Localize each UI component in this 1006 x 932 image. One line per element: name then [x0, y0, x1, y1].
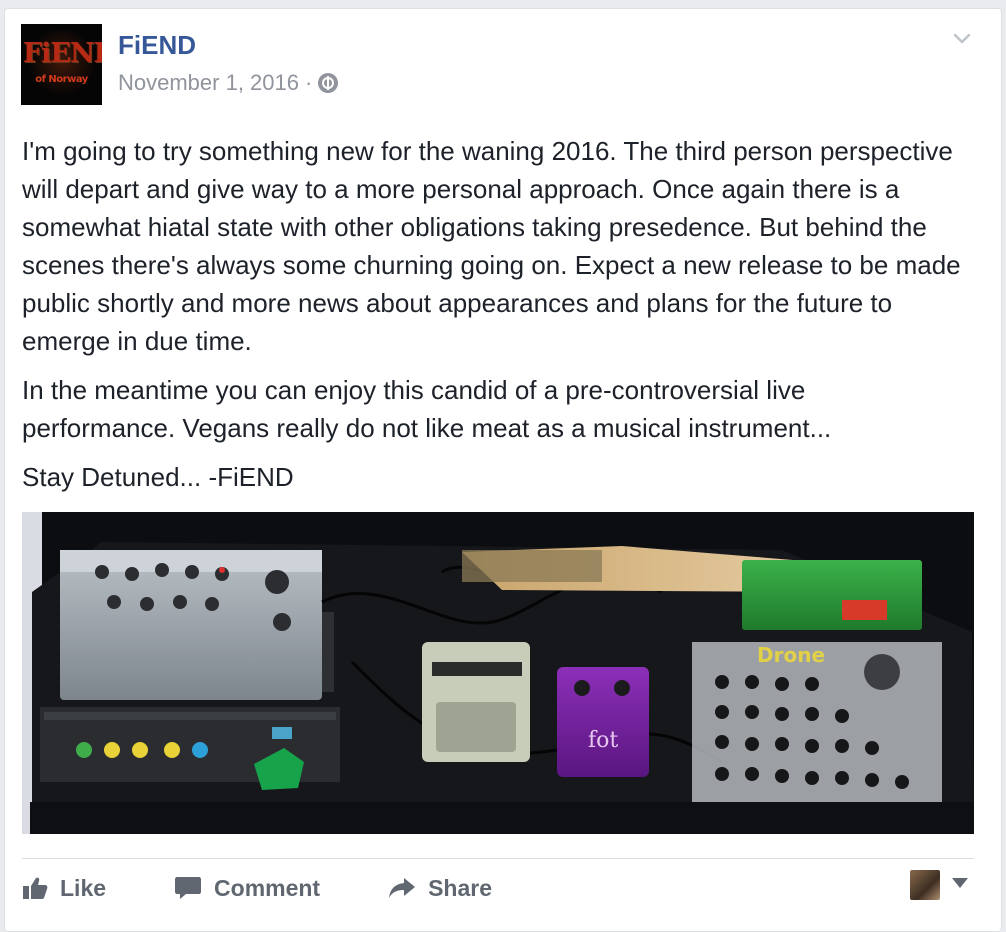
- like-button[interactable]: Like: [22, 875, 106, 902]
- synth-label: Drone: [757, 643, 825, 667]
- action-divider: [22, 858, 974, 859]
- thumbs-up-icon: [23, 877, 48, 899]
- post-meta: November 1, 2016 ·: [118, 70, 339, 96]
- share-button[interactable]: Share: [388, 875, 492, 902]
- post-paragraph: In the meantime you can enjoy this candi…: [22, 375, 832, 443]
- post-photo[interactable]: fot Drone: [22, 512, 974, 834]
- reacting-user-avatar[interactable]: [910, 870, 940, 900]
- speech-bubble-icon: [175, 877, 202, 899]
- caret-down-icon[interactable]: [952, 878, 968, 888]
- meta-separator: ·: [305, 70, 313, 95]
- post-date-link[interactable]: November 1, 2016: [118, 70, 299, 96]
- share-label: Share: [428, 874, 493, 901]
- pedal-label: fot: [588, 728, 618, 753]
- chevron-down-icon[interactable]: [952, 28, 972, 48]
- page-avatar[interactable]: FiEND of Norway: [21, 24, 102, 105]
- comment-label: Comment: [214, 874, 321, 901]
- post-paragraph: I'm going to try something new for the w…: [22, 136, 961, 356]
- comment-button[interactable]: Comment: [174, 875, 320, 902]
- page-name-link[interactable]: FiEND: [118, 30, 196, 61]
- post-body: I'm going to try something new for the w…: [22, 132, 962, 507]
- action-bar: Like Comment Share: [22, 868, 560, 908]
- like-label: Like: [60, 874, 107, 901]
- avatar-logo-text: FiEND: [23, 38, 102, 69]
- share-arrow-icon: [389, 878, 416, 898]
- avatar-logo-subtext: of Norway: [35, 74, 88, 85]
- post-paragraph: Stay Detuned... -FiEND: [22, 462, 294, 492]
- photo-illustration: fot Drone: [22, 512, 974, 834]
- globe-icon[interactable]: [318, 73, 339, 93]
